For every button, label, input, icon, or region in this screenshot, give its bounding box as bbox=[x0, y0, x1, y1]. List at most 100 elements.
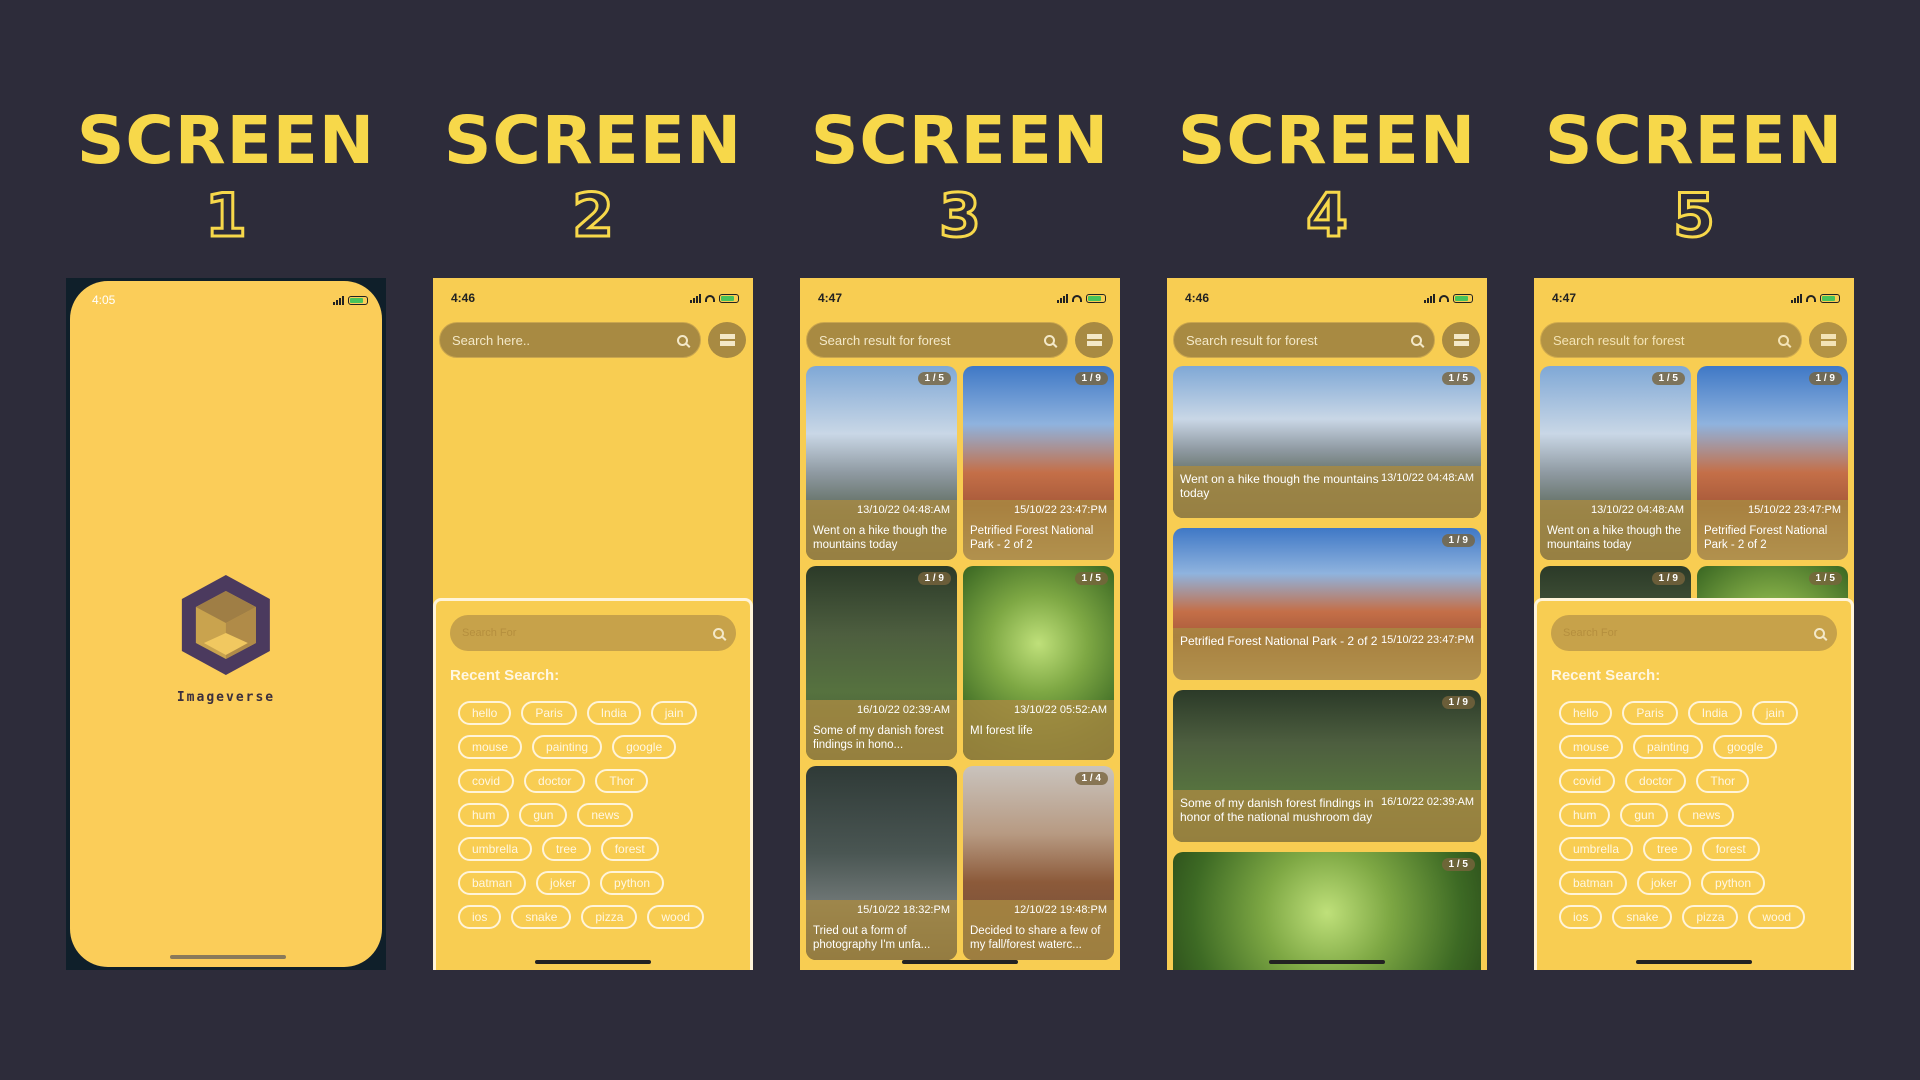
title-number-2: 2 bbox=[571, 181, 616, 251]
card-date: 16/10/22 02:39:AM bbox=[857, 704, 950, 716]
search-input[interactable]: Search here.. bbox=[439, 322, 701, 358]
title-screen-3: SCREEN bbox=[810, 102, 1110, 179]
layout-toggle-button[interactable] bbox=[1809, 322, 1847, 358]
recent-search-chip[interactable]: python bbox=[1701, 871, 1766, 895]
card-caption: Went on a hike though the mountains toda… bbox=[1180, 472, 1379, 500]
recent-search-chip[interactable]: forest bbox=[1701, 837, 1760, 861]
recent-search-chip[interactable]: gun bbox=[1620, 803, 1669, 827]
recent-search-chip[interactable]: google bbox=[1713, 735, 1778, 759]
result-card[interactable]: 1 / 5 13/10/22 04:48:AM Went on a hike tho… bbox=[806, 366, 957, 560]
status-bar: 4:05 bbox=[92, 293, 368, 307]
home-indicator[interactable] bbox=[535, 960, 651, 964]
layout-toggle-button[interactable] bbox=[708, 322, 746, 358]
recent-search-chip[interactable]: hello bbox=[458, 701, 512, 725]
recent-chips: hello Paris India jain mouse painting google co… bbox=[1559, 701, 1829, 939]
card-footer: 13/10/22 05:52:AM MI forest life bbox=[963, 700, 1114, 760]
home-indicator[interactable] bbox=[902, 960, 1018, 964]
recent-search-chip[interactable]: mouse bbox=[458, 735, 523, 759]
recent-search-chip[interactable]: painting bbox=[532, 735, 603, 759]
search-for-placeholder: Search For bbox=[462, 627, 517, 639]
recent-search-chip[interactable]: India bbox=[1687, 701, 1742, 725]
result-card-wide[interactable]: 1 / 9 Some of my danish forest findings i… bbox=[1173, 690, 1481, 842]
recent-search-chip[interactable]: tree bbox=[1643, 837, 1692, 861]
chip-row: hello Paris India jain bbox=[1559, 701, 1829, 725]
result-card[interactable]: 1 / 5 13/10/22 05:52:AM MI forest life bbox=[963, 566, 1114, 760]
result-card[interactable]: 1 / 9 15/10/22 23:47:PM Petrified Forest N… bbox=[963, 366, 1114, 560]
result-card[interactable]: 15/10/22 18:32:PM Tried out a form of pho… bbox=[806, 766, 957, 960]
recent-search-chip[interactable]: hello bbox=[1559, 701, 1613, 725]
recent-search-chip[interactable]: covid bbox=[1559, 769, 1616, 793]
result-card[interactable]: 1 / 9 15/10/22 23:47:PM Petrified Forest N… bbox=[1697, 366, 1848, 560]
recent-search-chip[interactable]: doctor bbox=[524, 769, 586, 793]
search-for-input[interactable]: Search For bbox=[1551, 615, 1837, 651]
layout-toggle-button[interactable] bbox=[1075, 322, 1113, 358]
battery-icon bbox=[719, 293, 739, 303]
search-for-input[interactable]: Search For bbox=[450, 615, 736, 651]
recent-search-chip[interactable]: wood bbox=[647, 905, 705, 929]
search-icon[interactable] bbox=[1814, 627, 1825, 639]
search-icon[interactable] bbox=[677, 334, 688, 346]
recent-search-chip[interactable]: batman bbox=[1559, 871, 1628, 895]
recent-search-chip[interactable]: India bbox=[586, 701, 641, 725]
recent-search-chip[interactable]: joker bbox=[536, 871, 591, 895]
recent-search-chip[interactable]: jain bbox=[1751, 701, 1799, 725]
signal-icon bbox=[690, 293, 701, 303]
search-icon[interactable] bbox=[1411, 334, 1422, 346]
recent-search-chip[interactable]: doctor bbox=[1625, 769, 1687, 793]
image-count-badge: 1 / 5 bbox=[1651, 372, 1685, 385]
recent-search-chip[interactable]: wood bbox=[1748, 905, 1806, 929]
recent-search-chip[interactable]: tree bbox=[542, 837, 591, 861]
signal-icon bbox=[1057, 293, 1068, 303]
recent-search-chip[interactable]: umbrella bbox=[1559, 837, 1634, 861]
result-card[interactable]: 1 / 5 13/10/22 04:48:AM Went on a hike tho… bbox=[1540, 366, 1691, 560]
recent-search-chip[interactable]: hum bbox=[1559, 803, 1611, 827]
signal-icon bbox=[1791, 293, 1802, 303]
layout-toggle-button[interactable] bbox=[1442, 322, 1480, 358]
image-count-badge: 1 / 5 bbox=[1441, 858, 1475, 871]
home-indicator[interactable] bbox=[1269, 960, 1385, 964]
card-date: 15/10/22 23:47:PM bbox=[1748, 504, 1841, 516]
recent-search-chip[interactable]: Paris bbox=[1622, 701, 1678, 725]
recent-search-chip[interactable]: pizza bbox=[581, 905, 638, 929]
search-icon[interactable] bbox=[1778, 334, 1789, 346]
search-input[interactable]: Search result for forest bbox=[806, 322, 1068, 358]
recent-search-chip[interactable]: batman bbox=[458, 871, 527, 895]
recent-search-chip[interactable]: ios bbox=[458, 905, 502, 929]
recent-search-chip[interactable]: news bbox=[1678, 803, 1735, 827]
result-card-wide[interactable]: 1 / 9 Petrified Forest National Park - 2 … bbox=[1173, 528, 1481, 680]
recent-search-chip[interactable]: google bbox=[612, 735, 677, 759]
recent-search-chip[interactable]: news bbox=[577, 803, 634, 827]
recent-search-chip[interactable]: python bbox=[600, 871, 665, 895]
recent-search-chip[interactable]: ios bbox=[1559, 905, 1603, 929]
recent-search-chip[interactable]: forest bbox=[600, 837, 659, 861]
recent-search-chip[interactable]: gun bbox=[519, 803, 568, 827]
recent-search-chip[interactable]: jain bbox=[650, 701, 698, 725]
card-caption: Went on a hike though the mountains toda… bbox=[1547, 525, 1682, 551]
recent-search-chip[interactable]: Paris bbox=[521, 701, 577, 725]
home-indicator[interactable] bbox=[170, 955, 286, 959]
phone-screen-5: 4:47 Search result for forest 1 / 5 13/10… bbox=[1534, 278, 1854, 970]
result-card-wide[interactable]: 1 / 5 bbox=[1173, 852, 1481, 970]
search-icon[interactable] bbox=[1044, 334, 1055, 346]
search-input[interactable]: Search result for forest bbox=[1173, 322, 1435, 358]
recent-search-chip[interactable]: joker bbox=[1637, 871, 1692, 895]
home-indicator[interactable] bbox=[1636, 960, 1752, 964]
result-card-wide[interactable]: 1 / 5 Went on a hike though the mountains… bbox=[1173, 366, 1481, 518]
search-input[interactable]: Search result for forest bbox=[1540, 322, 1802, 358]
recent-search-chip[interactable]: painting bbox=[1633, 735, 1704, 759]
title-screen-4: SCREEN bbox=[1177, 102, 1477, 179]
recent-search-chip[interactable]: snake bbox=[511, 905, 572, 929]
result-card[interactable]: 1 / 9 16/10/22 02:39:AM Some of my danish … bbox=[806, 566, 957, 760]
recent-search-chip[interactable]: covid bbox=[458, 769, 515, 793]
recent-search-chip[interactable]: mouse bbox=[1559, 735, 1624, 759]
recent-search-chip[interactable]: Thor bbox=[1696, 769, 1750, 793]
card-footer: 13/10/22 04:48:AM Went on a hike though t… bbox=[1540, 500, 1691, 560]
result-card[interactable]: 1 / 4 12/10/22 19:48:PM Decided to share a… bbox=[963, 766, 1114, 960]
recent-search-chip[interactable]: hum bbox=[458, 803, 510, 827]
recent-search-chip[interactable]: pizza bbox=[1682, 905, 1739, 929]
search-icon[interactable] bbox=[713, 627, 724, 639]
recent-search-chip[interactable]: umbrella bbox=[458, 837, 533, 861]
card-caption: Some of my danish forest findings in hon… bbox=[1180, 796, 1374, 824]
recent-search-chip[interactable]: Thor bbox=[595, 769, 649, 793]
recent-search-chip[interactable]: snake bbox=[1612, 905, 1673, 929]
